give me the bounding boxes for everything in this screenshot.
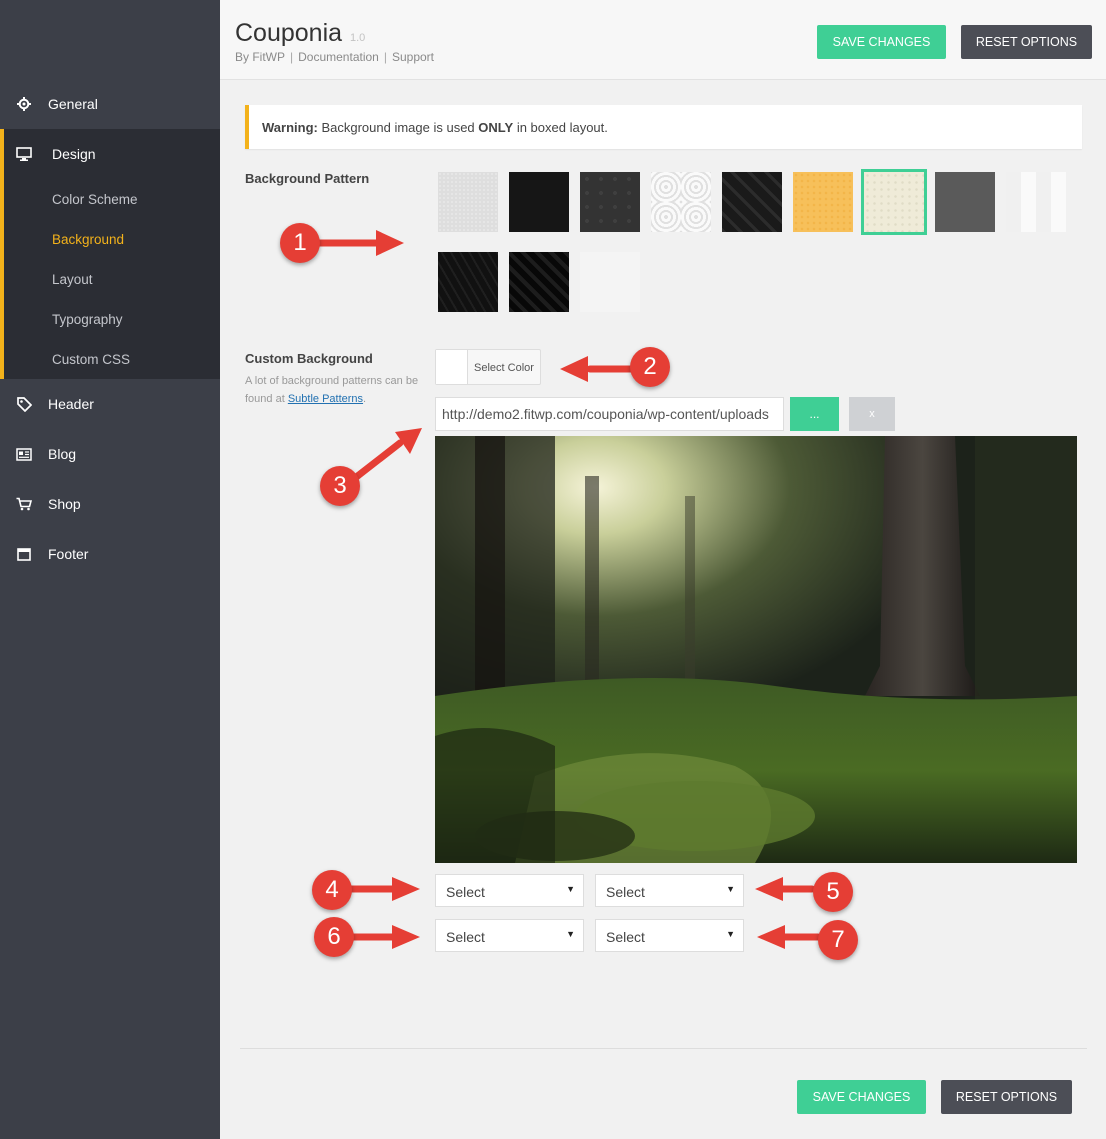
- reset-button-bottom[interactable]: RESET OPTIONS: [941, 1080, 1072, 1114]
- annotation-marker-6: 6: [314, 917, 354, 957]
- annotation-marker-4: 4: [312, 870, 352, 910]
- annotation-marker-2: 2: [630, 347, 670, 387]
- annotation-marker-3: 3: [320, 466, 360, 506]
- annotation-marker-1: 1: [280, 223, 320, 263]
- annotation-arrows: [314, 230, 822, 949]
- annotation-marker-7: 7: [818, 920, 858, 960]
- footer-divider: [240, 1048, 1087, 1049]
- annotation-marker-5: 5: [813, 872, 853, 912]
- save-button-bottom[interactable]: SAVE CHANGES: [797, 1080, 926, 1114]
